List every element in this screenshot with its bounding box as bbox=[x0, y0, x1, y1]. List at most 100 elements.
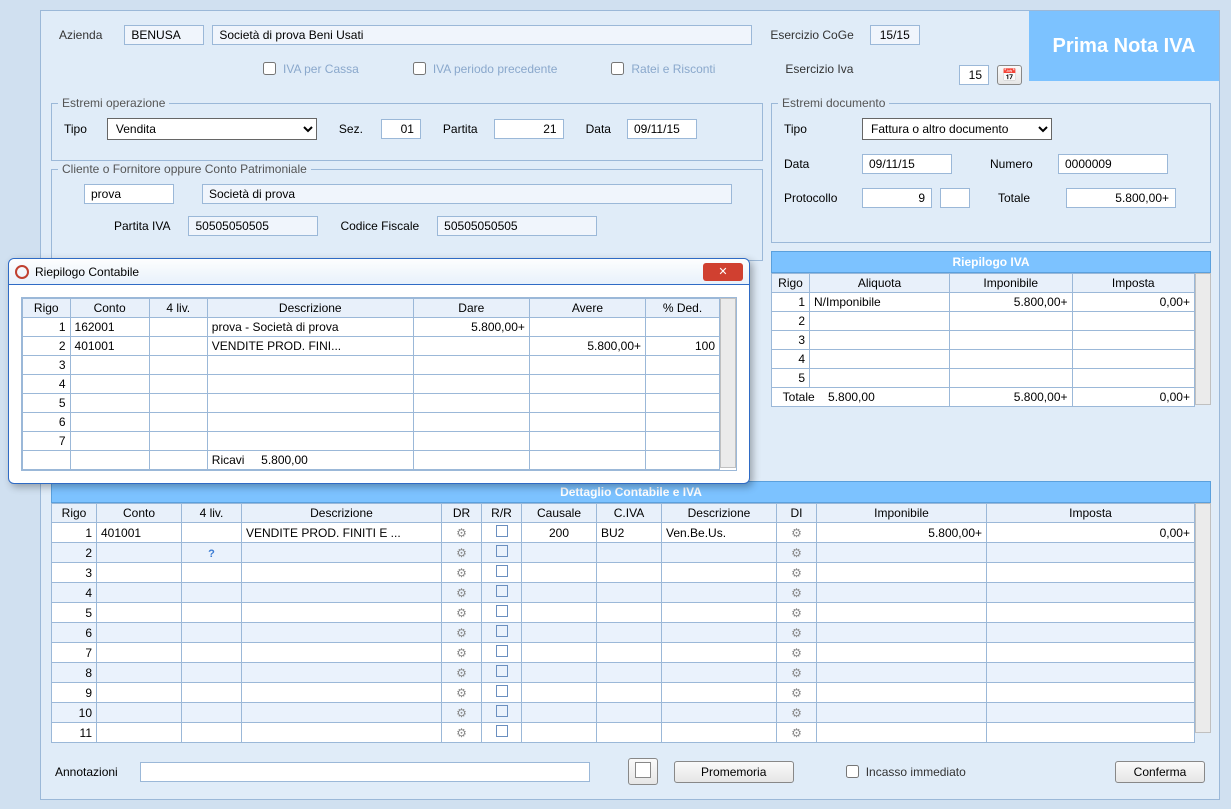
table-row: 9⚙⚙ bbox=[52, 683, 1195, 703]
gear-icon[interactable]: ⚙ bbox=[456, 626, 467, 640]
annotazioni-input[interactable] bbox=[140, 762, 590, 782]
gear-icon[interactable]: ⚙ bbox=[791, 546, 802, 560]
riepilogo-iva-title: Riepilogo IVA bbox=[771, 251, 1211, 273]
checkbox-icon[interactable] bbox=[496, 725, 508, 737]
checkbox-icon[interactable] bbox=[496, 645, 508, 657]
doc-numero-lbl: Numero bbox=[990, 157, 1050, 171]
checkbox-icon[interactable] bbox=[496, 665, 508, 677]
gear-icon[interactable]: ⚙ bbox=[456, 606, 467, 620]
table-row: 1401001VENDITE PROD. FINITI E ...⚙200BU2… bbox=[52, 523, 1195, 543]
doc-protocollo-suffix[interactable] bbox=[940, 188, 970, 208]
op-sez[interactable]: 01 bbox=[381, 119, 421, 139]
table-row: 5 bbox=[23, 394, 720, 413]
chk-iva-cassa[interactable]: IVA per Cassa bbox=[259, 59, 359, 78]
cliente-code[interactable]: prova bbox=[84, 184, 174, 204]
doc-data[interactable]: 09/11/15 bbox=[862, 154, 952, 174]
gear-icon[interactable]: ⚙ bbox=[456, 566, 467, 580]
table-row: 6 bbox=[23, 413, 720, 432]
doc-numero[interactable]: 0000009 bbox=[1058, 154, 1168, 174]
gear-icon[interactable]: ⚙ bbox=[456, 666, 467, 680]
estremi-doc-group: Estremi documento bbox=[778, 96, 889, 110]
gear-icon[interactable]: ⚙ bbox=[456, 546, 467, 560]
gear-icon[interactable]: ⚙ bbox=[791, 686, 802, 700]
modal-table[interactable]: RigoConto4 liv.DescrizioneDareAvere% Ded… bbox=[22, 298, 720, 470]
table-row: 10⚙⚙ bbox=[52, 703, 1195, 723]
table-row: 3⚙⚙ bbox=[52, 563, 1195, 583]
gear-icon[interactable]: ⚙ bbox=[791, 726, 802, 740]
gear-icon[interactable]: ⚙ bbox=[791, 706, 802, 720]
doc-totale-lbl: Totale bbox=[998, 191, 1058, 205]
doc-button[interactable] bbox=[628, 758, 658, 785]
doc-protocollo[interactable]: 9 bbox=[862, 188, 932, 208]
riepilogo-iva-table[interactable]: RigoAliquotaImponibileImposta1N/Imponibi… bbox=[771, 273, 1195, 407]
cf-val: 50505050505 bbox=[437, 216, 597, 236]
incasso-check[interactable]: Incasso immediato bbox=[842, 762, 966, 781]
table-row: 7 bbox=[23, 432, 720, 451]
gear-icon[interactable]: ⚙ bbox=[791, 646, 802, 660]
doc-tipo-lbl: Tipo bbox=[784, 122, 854, 136]
table-row: 5⚙⚙ bbox=[52, 603, 1195, 623]
gear-icon[interactable]: ⚙ bbox=[791, 606, 802, 620]
checkbox-icon[interactable] bbox=[496, 605, 508, 617]
dettaglio-table[interactable]: RigoConto4 liv.DescrizioneDRR/RCausaleC.… bbox=[51, 503, 1195, 743]
help-icon[interactable]: ? bbox=[208, 548, 215, 560]
table-row: 2?⚙⚙ bbox=[52, 543, 1195, 563]
table-row: 3 bbox=[772, 331, 1195, 350]
azienda-code: BENUSA bbox=[124, 25, 204, 45]
chk-ratei[interactable]: Ratei e Risconti bbox=[607, 59, 715, 78]
calendar-icon[interactable]: 📅 bbox=[997, 65, 1022, 85]
op-data[interactable]: 09/11/15 bbox=[627, 119, 697, 139]
checkbox-icon[interactable] bbox=[496, 625, 508, 637]
table-row: 7⚙⚙ bbox=[52, 643, 1195, 663]
op-data-lbl: Data bbox=[586, 122, 611, 136]
annotazioni-lbl: Annotazioni bbox=[55, 765, 118, 779]
gear-icon[interactable]: ⚙ bbox=[791, 666, 802, 680]
doc-tipo-select[interactable]: Fattura o altro documento bbox=[862, 118, 1052, 140]
esercizio-iva[interactable]: 15 bbox=[959, 65, 989, 85]
piva-val: 50505050505 bbox=[188, 216, 318, 236]
table-row: 5 bbox=[772, 369, 1195, 388]
iva-scrollbar[interactable] bbox=[1195, 273, 1211, 405]
checkbox-icon[interactable] bbox=[496, 705, 508, 717]
gear-icon[interactable]: ⚙ bbox=[456, 726, 467, 740]
modal-scrollbar[interactable] bbox=[720, 298, 736, 468]
gear-icon[interactable]: ⚙ bbox=[791, 526, 802, 540]
chk-iva-periodo[interactable]: IVA periodo precedente bbox=[409, 59, 558, 78]
gear-icon[interactable]: ⚙ bbox=[456, 686, 467, 700]
title-badge: Prima Nota IVA bbox=[1029, 11, 1219, 81]
conferma-button[interactable]: Conferma bbox=[1115, 761, 1205, 783]
gear-icon[interactable]: ⚙ bbox=[456, 526, 467, 540]
gear-icon[interactable]: ⚙ bbox=[791, 626, 802, 640]
riepilogo-contabile-modal: Riepilogo Contabile ✕ RigoConto4 liv.Des… bbox=[8, 258, 750, 484]
dettaglio-title: Dettaglio Contabile e IVA bbox=[51, 481, 1211, 503]
checkbox-icon[interactable] bbox=[496, 525, 508, 537]
app-icon bbox=[15, 265, 29, 279]
doc-protocollo-lbl: Protocollo bbox=[784, 191, 854, 205]
estremi-op-group: Estremi operazione bbox=[58, 96, 169, 110]
gear-icon[interactable]: ⚙ bbox=[791, 566, 802, 580]
checkbox-icon[interactable] bbox=[496, 685, 508, 697]
cf-lbl: Codice Fiscale bbox=[340, 219, 419, 233]
promemoria-button[interactable]: Promemoria bbox=[674, 761, 794, 783]
doc-totale[interactable]: 5.800,00+ bbox=[1066, 188, 1176, 208]
modal-title: Riepilogo Contabile bbox=[35, 265, 703, 279]
gear-icon[interactable]: ⚙ bbox=[791, 586, 802, 600]
op-tipo-select[interactable]: Vendita bbox=[107, 118, 317, 140]
checkbox-icon[interactable] bbox=[496, 545, 508, 557]
document-icon bbox=[635, 762, 651, 778]
azienda-name: Società di prova Beni Usati bbox=[212, 25, 752, 45]
table-row: 4⚙⚙ bbox=[52, 583, 1195, 603]
checkbox-icon[interactable] bbox=[496, 585, 508, 597]
doc-data-lbl: Data bbox=[784, 157, 854, 171]
table-row: 11⚙⚙ bbox=[52, 723, 1195, 743]
dettaglio-scrollbar[interactable] bbox=[1195, 503, 1211, 733]
gear-icon[interactable]: ⚙ bbox=[456, 646, 467, 660]
op-sez-lbl: Sez. bbox=[339, 122, 363, 136]
gear-icon[interactable]: ⚙ bbox=[456, 586, 467, 600]
gear-icon[interactable]: ⚙ bbox=[456, 706, 467, 720]
checkbox-icon[interactable] bbox=[496, 565, 508, 577]
op-tipo-lbl: Tipo bbox=[64, 122, 87, 136]
close-icon[interactable]: ✕ bbox=[703, 263, 743, 281]
modal-titlebar[interactable]: Riepilogo Contabile ✕ bbox=[9, 259, 749, 285]
op-partita[interactable]: 21 bbox=[494, 119, 564, 139]
